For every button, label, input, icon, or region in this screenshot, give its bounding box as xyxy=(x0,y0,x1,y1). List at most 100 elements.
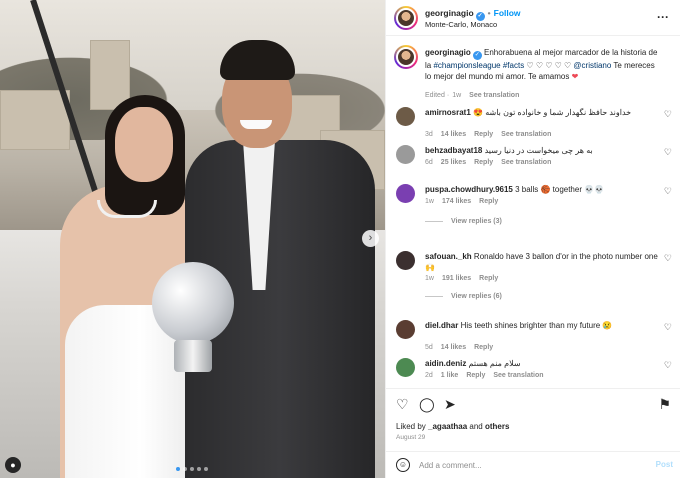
see-translation-link[interactable]: See translation xyxy=(501,159,551,166)
caption-hearts: ♡ ♡ ♡ ♡ ♡ xyxy=(524,61,574,70)
commenter-username[interactable]: diel.dhar xyxy=(425,321,458,330)
comment-time[interactable]: 3d xyxy=(425,131,433,138)
location-link[interactable]: Monte-Carlo, Monaco xyxy=(425,20,497,29)
next-photo-icon[interactable]: › xyxy=(362,230,379,247)
separator-dot: • xyxy=(487,8,491,18)
comment-icon[interactable]: ◯ xyxy=(419,396,435,413)
comment-time[interactable]: 1w xyxy=(425,198,434,205)
liked-by-prefix: Liked by xyxy=(396,422,429,431)
caption-time[interactable]: 1w xyxy=(452,92,461,99)
reply-button[interactable]: Reply xyxy=(474,344,493,351)
comment-likes[interactable]: 191 likes xyxy=(442,275,471,282)
comment-time[interactable]: 6d xyxy=(425,159,433,166)
comment-text: behzadbayat18 به هر چی میخواست در دنیا ر… xyxy=(425,145,660,156)
user-tag-icon[interactable]: ● xyxy=(5,457,21,473)
comment-likes[interactable]: 174 likes xyxy=(442,198,471,205)
follow-button[interactable]: Follow xyxy=(494,8,521,18)
commenter-avatar[interactable] xyxy=(396,320,415,339)
see-translation-link[interactable]: See translation xyxy=(501,131,551,138)
commenter-username[interactable]: safouan._kh xyxy=(425,252,472,261)
comment-time[interactable]: 5d xyxy=(425,344,433,351)
commenter-username[interactable]: puspa.chowdhury.9615 xyxy=(425,185,513,194)
caption-avatar[interactable] xyxy=(394,45,418,69)
comment-time[interactable]: 1w xyxy=(425,275,434,282)
carousel-dots xyxy=(176,467,208,471)
comment-meta: 5d 14 likes Reply xyxy=(425,344,501,351)
reply-button[interactable]: Reply xyxy=(466,372,485,379)
commenter-username[interactable]: behzadbayat18 xyxy=(425,146,482,155)
replies-divider xyxy=(425,295,443,297)
replies-divider xyxy=(425,220,443,222)
reply-button[interactable]: Reply xyxy=(479,198,498,205)
reply-button[interactable]: Reply xyxy=(474,131,493,138)
comment-row: safouan._kh Ronaldo have 3 ballon d'or i… xyxy=(386,249,680,300)
comment-row: aidin.deniz سلام منم هستم 2d 1 like Reply Se… xyxy=(386,356,680,388)
comment-meta: 2d 1 like Reply See translation xyxy=(425,372,552,379)
post-side-panel: georginagio ✓ • Follow Monte-Carlo, Monaco … xyxy=(385,0,680,478)
comment-body: به هر چی میخواست در دنیا رسید xyxy=(484,146,593,155)
carousel-dot xyxy=(190,467,194,471)
comment-like-icon[interactable]: ♡ xyxy=(664,360,672,371)
author-username[interactable]: georginagio xyxy=(425,8,474,18)
comments-list[interactable]: georginagio ✓ Enhorabuena al mejor marcad… xyxy=(386,37,680,388)
share-icon[interactable]: ➤ xyxy=(444,396,456,413)
trophy-base xyxy=(174,340,212,372)
post-photo[interactable]: › ● xyxy=(0,0,385,478)
comment-row: puspa.chowdhury.9615 3 balls 🏀 together … xyxy=(386,182,680,225)
emoji-icon[interactable]: ☺ xyxy=(396,458,410,472)
caption-meta: Edited · 1w See translation xyxy=(425,92,520,99)
comment-like-icon[interactable]: ♡ xyxy=(664,147,672,158)
caption-username[interactable]: georginagio xyxy=(425,48,471,57)
comment-text: puspa.chowdhury.9615 3 balls 🏀 together … xyxy=(425,184,660,195)
verified-icon: ✓ xyxy=(472,51,482,60)
edited-label: Edited xyxy=(425,92,445,99)
comment-body: 3 balls 🏀 together 💀💀 xyxy=(515,185,605,194)
comment-input[interactable] xyxy=(419,458,639,472)
comment-like-icon[interactable]: ♡ xyxy=(664,109,672,120)
commenter-avatar[interactable] xyxy=(396,251,415,270)
mention-link[interactable]: @cristiano xyxy=(573,61,611,70)
liked-by-others[interactable]: others xyxy=(485,422,509,431)
comment-likes[interactable]: 25 likes xyxy=(441,159,466,166)
post-date[interactable]: August 29 xyxy=(396,434,425,441)
commenter-avatar[interactable] xyxy=(396,145,415,164)
post-header: georginagio ✓ • Follow Monte-Carlo, Monaco … xyxy=(386,0,680,36)
see-translation-link[interactable]: See translation xyxy=(493,372,543,379)
commenter-avatar[interactable] xyxy=(396,358,415,377)
more-options-icon[interactable]: ··· xyxy=(657,10,669,24)
liked-by-user[interactable]: _agaathaa xyxy=(428,422,467,431)
commenter-username[interactable]: amirnosrat1 xyxy=(425,108,471,117)
reply-button[interactable]: Reply xyxy=(479,275,498,282)
comment-text: amirnosrat1 خداوند حافظ نگهدار شما و خان… xyxy=(425,107,660,118)
view-replies-button[interactable]: View replies (3) xyxy=(425,218,502,225)
post-button[interactable]: Post xyxy=(656,460,673,469)
see-translation-link[interactable]: See translation xyxy=(469,92,519,99)
comment-time[interactable]: 2d xyxy=(425,372,433,379)
hashtag-link[interactable]: #championsleague xyxy=(433,61,500,70)
save-icon[interactable]: ⚑ xyxy=(658,396,671,413)
like-icon[interactable]: ♡ xyxy=(396,396,409,413)
comment-meta: 1w 191 likes Reply xyxy=(425,275,506,282)
author-avatar[interactable] xyxy=(394,6,418,30)
view-replies-button[interactable]: View replies (6) xyxy=(425,293,502,300)
comment-meta: 6d 25 likes Reply See translation xyxy=(425,159,559,166)
view-replies-label: View replies (3) xyxy=(451,218,502,225)
commenter-username[interactable]: aidin.deniz xyxy=(425,359,466,368)
comment-body: خداوند حافظ نگهدار شما و خانواده تون باش… xyxy=(473,108,632,117)
comment-row: behzadbayat18 به هر چی میخواست در دنیا ر… xyxy=(386,143,680,177)
comment-likes[interactable]: 1 like xyxy=(441,372,459,379)
smile xyxy=(240,120,272,129)
comment-likes[interactable]: 14 likes xyxy=(441,344,466,351)
reply-button[interactable]: Reply xyxy=(474,159,493,166)
comment-like-icon[interactable]: ♡ xyxy=(664,186,672,197)
comment-like-icon[interactable]: ♡ xyxy=(664,253,672,264)
liked-by-and: and xyxy=(467,422,485,431)
comment-meta: 3d 14 likes Reply See translation xyxy=(425,131,559,138)
comment-like-icon[interactable]: ♡ xyxy=(664,322,672,333)
hashtag-link[interactable]: #facts xyxy=(503,61,524,70)
photo-man xyxy=(185,40,375,478)
commenter-avatar[interactable] xyxy=(396,107,415,126)
comment-likes[interactable]: 14 likes xyxy=(441,131,466,138)
comment-meta: 1w 174 likes Reply xyxy=(425,198,506,205)
commenter-avatar[interactable] xyxy=(396,184,415,203)
